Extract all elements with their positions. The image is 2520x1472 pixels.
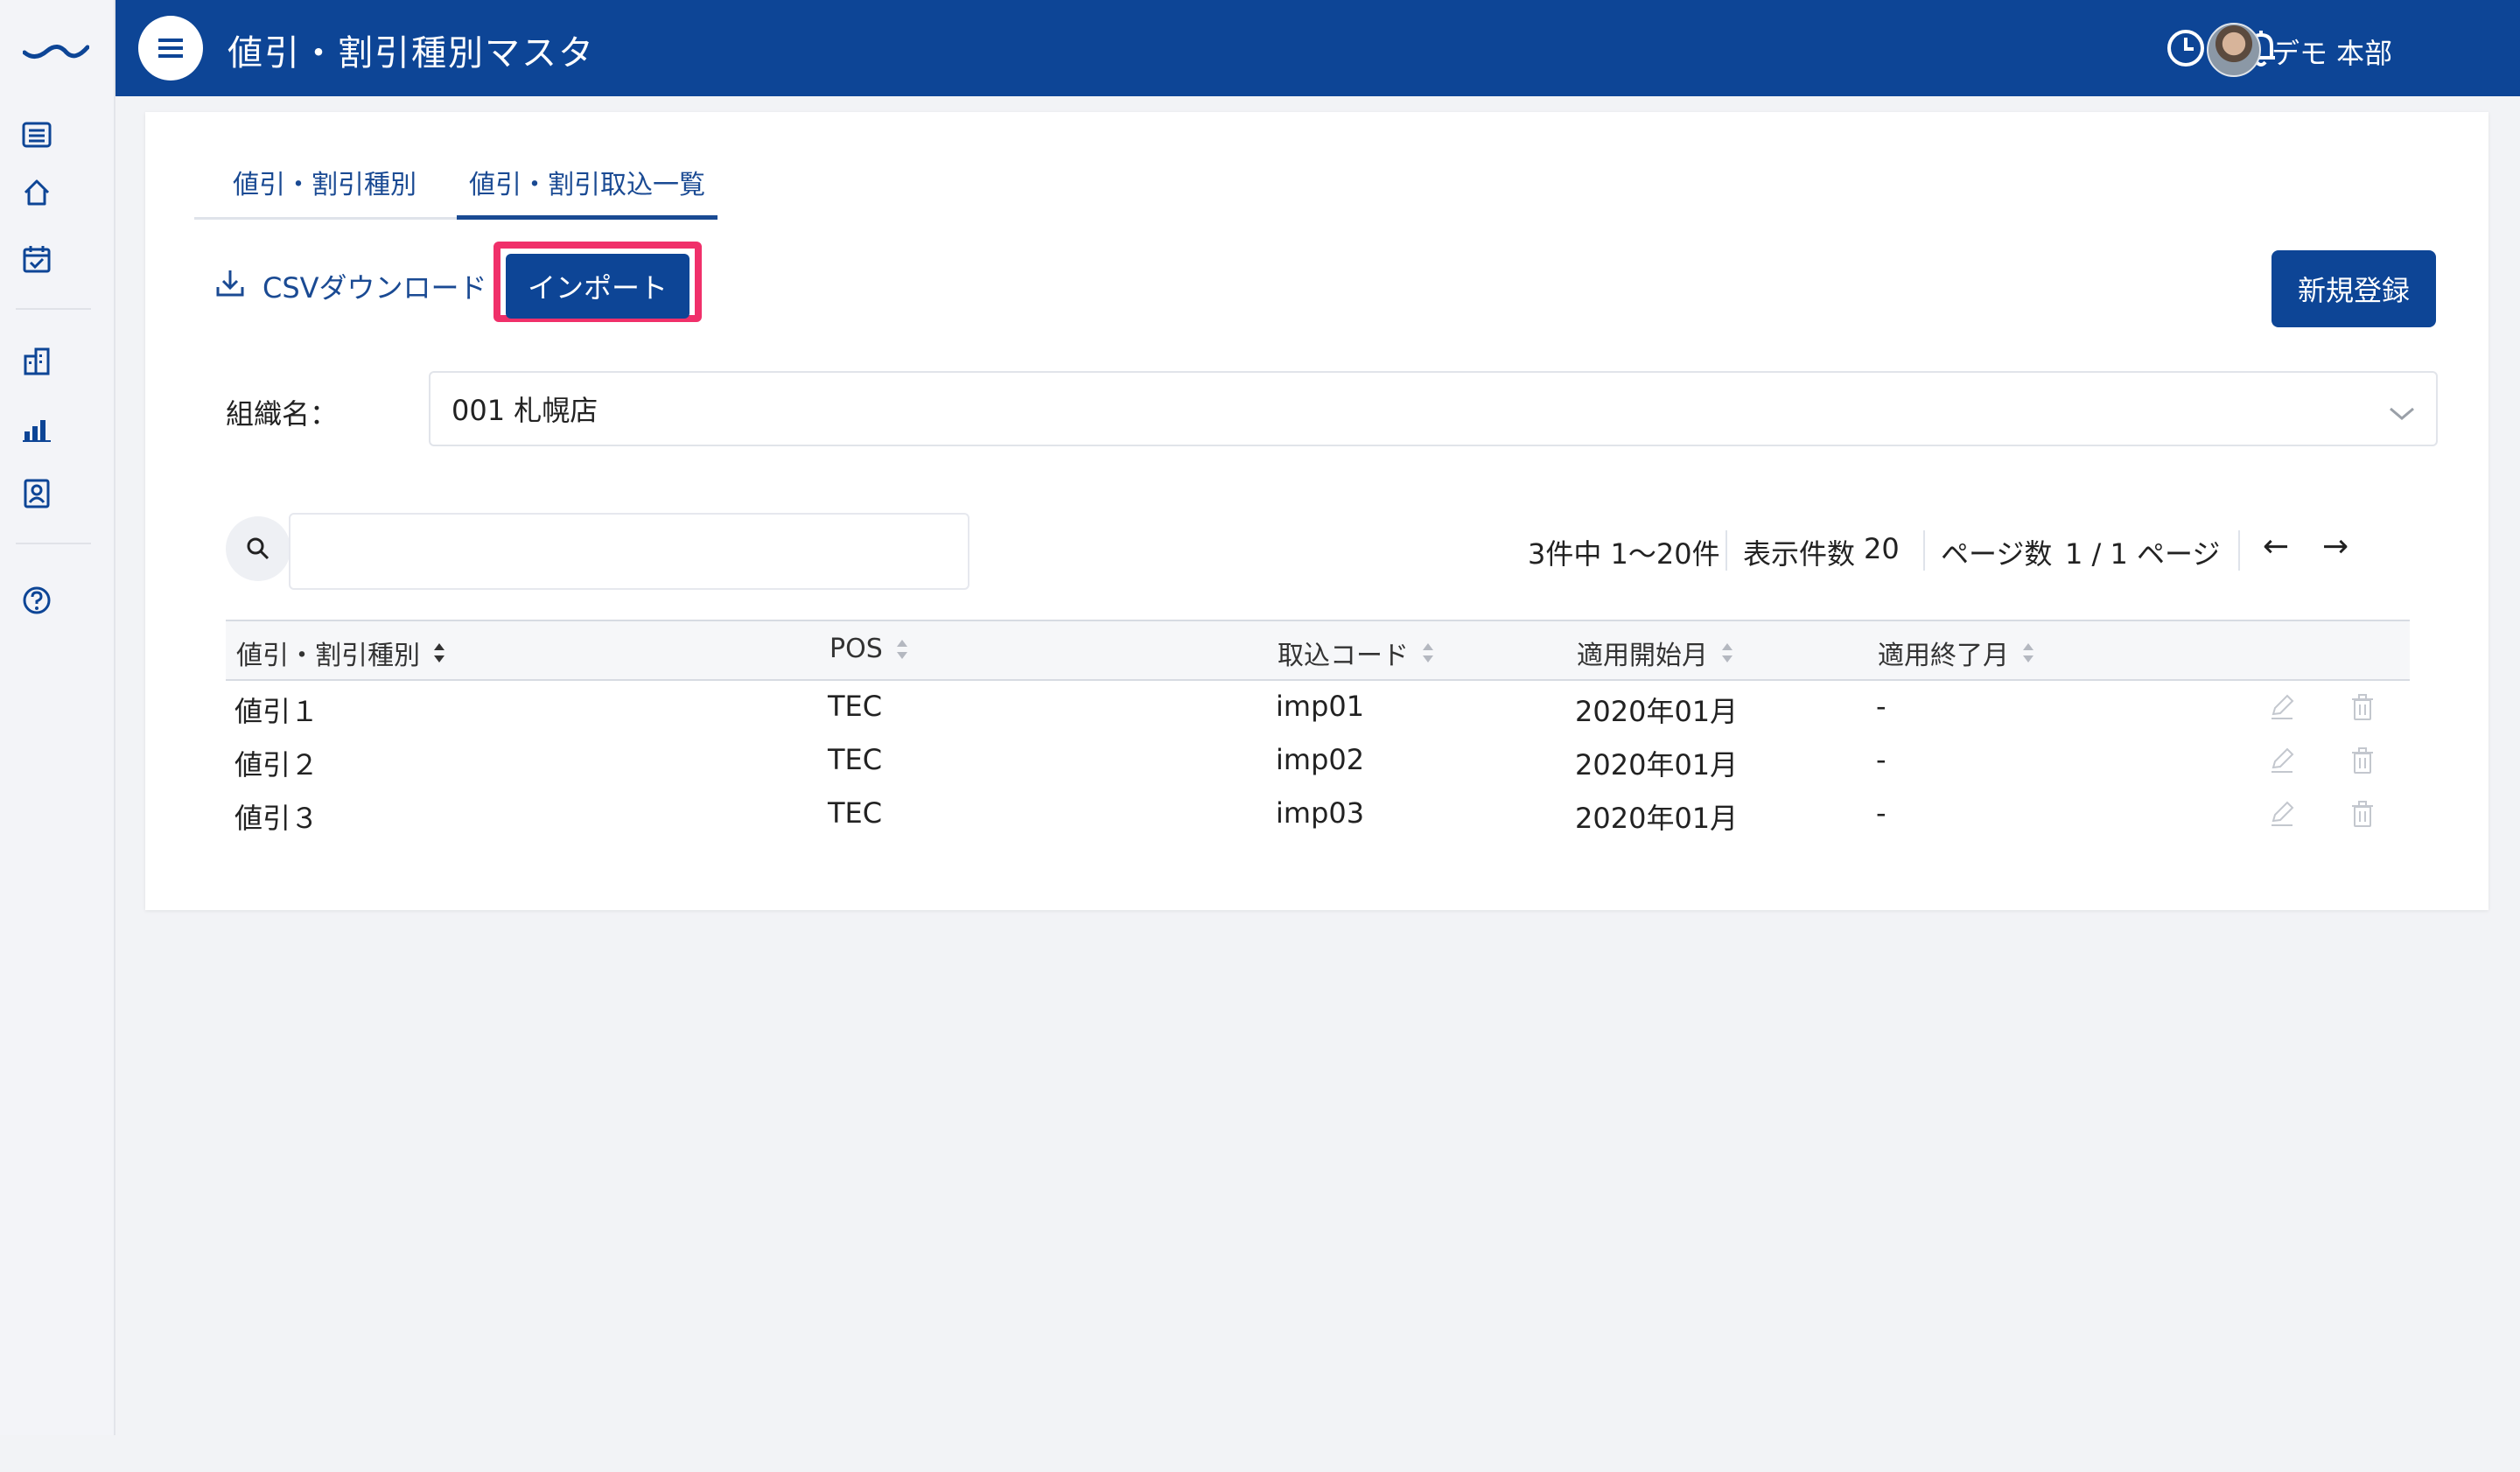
column-label: 取込コード — [1278, 641, 1409, 671]
cell-pos: TEC — [828, 796, 883, 830]
pager-divider — [1923, 530, 1925, 571]
search-button[interactable] — [226, 516, 290, 581]
app-header: 値引・割引種別マスタ デモ 本部 — [116, 0, 2520, 96]
cell-discount-type: 値引１ — [234, 695, 319, 728]
column-header-discount-type[interactable]: 値引・割引種別 — [236, 634, 446, 672]
cell-pos: TEC — [828, 743, 883, 776]
calendar-check-icon[interactable] — [19, 242, 54, 277]
cell-end-month: - — [1876, 743, 1886, 776]
org-label: 組織名： — [226, 397, 339, 431]
menu-icon — [158, 39, 183, 58]
cell-end-month: - — [1876, 690, 1886, 723]
cell-start-month: 2020年01月 — [1575, 695, 1739, 728]
page-label: ページ数 — [1941, 537, 2053, 571]
csv-download-label: CSVダウンロード — [262, 271, 487, 305]
cell-import-code: imp03 — [1276, 796, 1365, 830]
brand-logo-icon[interactable] — [22, 35, 90, 65]
page-title: 値引・割引種別マスタ — [228, 33, 595, 74]
left-rail — [0, 0, 116, 1435]
column-header-pos[interactable]: POS — [830, 634, 909, 664]
clock-icon[interactable] — [2165, 27, 2207, 69]
help-icon[interactable] — [19, 583, 54, 618]
per-page-select[interactable]: 20 — [1864, 532, 1900, 565]
delete-icon[interactable] — [2345, 796, 2380, 831]
prev-page-button[interactable]: ← — [2263, 529, 2289, 564]
table-row: 値引１ TEC imp01 2020年01月 - — [226, 681, 2410, 733]
edit-icon[interactable] — [2264, 796, 2300, 831]
edit-icon[interactable] — [2264, 690, 2300, 725]
column-header-end-month[interactable]: 適用終了月 — [1878, 634, 2035, 672]
pager-divider — [1726, 530, 1727, 571]
sort-icon — [1720, 640, 1734, 666]
active-tab-indicator — [457, 215, 718, 220]
cell-discount-type: 値引３ — [234, 802, 319, 835]
sort-icon — [2021, 640, 2035, 666]
avatar[interactable] — [2207, 23, 2261, 77]
chevron-down-icon — [2387, 396, 2417, 429]
id-card-icon[interactable] — [19, 476, 54, 511]
hamburger-menu-button[interactable] — [138, 16, 203, 81]
download-icon — [215, 268, 245, 305]
edit-icon[interactable] — [2264, 743, 2300, 778]
table-header: 値引・割引種別 POS 取込コード 適用開始月 適用終了月 — [226, 620, 2410, 681]
per-page-label: 表示件数 — [1743, 537, 1856, 571]
csv-download-link[interactable]: CSVダウンロード — [215, 266, 487, 306]
pager-range: 3件中 1〜20件 — [1528, 537, 1720, 571]
cell-import-code: imp02 — [1276, 743, 1365, 776]
table-row: 値引３ TEC imp03 2020年01月 - — [226, 788, 2410, 840]
pager-divider — [2238, 530, 2240, 571]
import-button[interactable]: インポート — [506, 254, 690, 319]
list-icon[interactable] — [19, 117, 54, 152]
sort-icon — [432, 640, 446, 666]
column-label: 適用終了月 — [1878, 641, 2009, 671]
delete-icon[interactable] — [2345, 690, 2380, 725]
column-header-import-code[interactable]: 取込コード — [1278, 634, 1435, 672]
column-label: POS — [830, 634, 883, 664]
tab-discount-types[interactable]: 値引・割引種別 — [233, 163, 416, 201]
delete-icon[interactable] — [2345, 743, 2380, 778]
cell-start-month: 2020年01月 — [1575, 748, 1739, 782]
sort-icon — [895, 636, 909, 662]
building-icon[interactable] — [19, 343, 54, 378]
cell-end-month: - — [1876, 796, 1886, 830]
page-value: 1 / 1 ページ — [2065, 537, 2221, 571]
cell-pos: TEC — [828, 690, 883, 723]
home-icon[interactable] — [19, 175, 54, 210]
cell-import-code: imp01 — [1276, 690, 1365, 723]
bar-chart-icon[interactable] — [19, 411, 54, 446]
column-header-start-month[interactable]: 適用開始月 — [1577, 634, 1734, 672]
rail-divider — [16, 543, 91, 544]
rail-divider — [16, 308, 91, 310]
user-name[interactable]: デモ 本部 — [2272, 32, 2392, 72]
sort-icon — [1421, 640, 1435, 666]
next-page-button[interactable]: → — [2322, 529, 2348, 564]
cell-start-month: 2020年01月 — [1575, 802, 1739, 835]
column-label: 適用開始月 — [1577, 641, 1708, 671]
table-row: 値引２ TEC imp02 2020年01月 - — [226, 734, 2410, 787]
org-select-value: 001 札幌店 — [452, 394, 598, 427]
org-select[interactable]: 001 札幌店 — [429, 371, 2438, 446]
search-icon — [247, 537, 270, 560]
new-register-button[interactable]: 新規登録 — [2272, 250, 2436, 327]
cell-discount-type: 値引２ — [234, 748, 319, 782]
content-card: 値引・割引種別 値引・割引取込一覧 CSVダウンロード インポート 新規登録 組… — [145, 112, 2488, 910]
search-input[interactable] — [289, 513, 970, 590]
column-label: 値引・割引種別 — [236, 641, 420, 671]
tab-discount-import-list[interactable]: 値引・割引取込一覧 — [469, 163, 705, 201]
